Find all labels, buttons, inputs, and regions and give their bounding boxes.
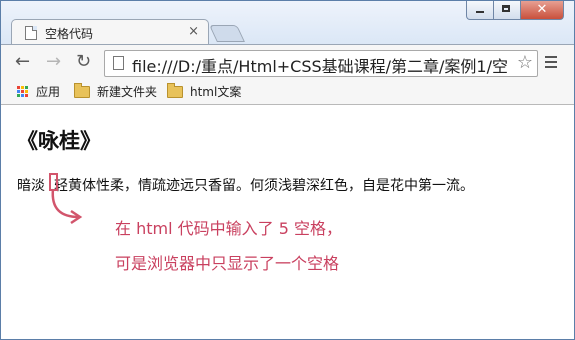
annotation-line-2: 可是浏览器中只显示了一个空格	[115, 254, 340, 273]
maximize-button[interactable]	[494, 1, 521, 20]
toolbar: ← → ↻ file:///D:/重点/Html+CSS基础课程/第二章/案例1…	[1, 44, 574, 81]
menu-icon[interactable]	[545, 56, 557, 71]
window-controls: ✕	[466, 1, 564, 20]
forward-icon[interactable]: →	[46, 53, 61, 71]
tab-active[interactable]: 空格代码 ×	[11, 19, 209, 45]
page-icon	[25, 26, 37, 40]
page-icon	[113, 56, 124, 70]
close-window-button[interactable]: ✕	[521, 1, 564, 20]
url-text[interactable]: file:///D:/重点/Html+CSS基础课程/第二章/案例1/空	[132, 53, 512, 77]
minimize-button[interactable]	[466, 1, 494, 20]
bookmark-star-icon[interactable]: ☆	[517, 52, 533, 73]
annotation-arrow	[51, 188, 83, 225]
bookmarks-bar: 应用 新建文件夹 html文案	[1, 80, 574, 105]
minimize-icon	[476, 11, 484, 13]
poem-text-after-space: 轻黄体性柔，情疏迹远只香留。何须浅碧深红色，自是花中第一流。	[54, 178, 474, 194]
page-content: 《咏桂》 暗淡 轻黄体性柔，情疏迹远只香留。何须浅碧深红色，自是花中第一流。 在 …	[1, 105, 574, 339]
browser-window: 空格代码 × ✕ ← → ↻ file:///D:/重点/Html+CSS基础课…	[0, 0, 575, 340]
close-icon: ✕	[536, 2, 548, 17]
annotation-line-1: 在 html 代码中输入了 5 空格，	[115, 219, 342, 238]
tab-title: 空格代码	[45, 27, 94, 41]
close-tab-icon[interactable]: ×	[188, 24, 199, 39]
new-tab-button[interactable]	[209, 25, 245, 42]
tab-strip: 空格代码 × ✕	[1, 1, 574, 45]
reload-icon[interactable]: ↻	[76, 53, 91, 71]
folder-icon	[74, 82, 90, 98]
bookmark-folder-html[interactable]: html文案	[167, 82, 242, 100]
bookmark-label: 应用	[36, 85, 61, 99]
bookmark-folder-new[interactable]: 新建文件夹	[74, 82, 158, 100]
apps-icon	[17, 85, 29, 98]
address-bar[interactable]: file:///D:/重点/Html+CSS基础课程/第二章/案例1/空 ☆	[104, 50, 538, 77]
page-heading: 《咏桂》	[17, 128, 101, 153]
bookmark-label: 新建文件夹	[97, 85, 158, 99]
maximize-icon	[502, 5, 510, 12]
back-icon[interactable]: ←	[15, 53, 30, 71]
folder-icon	[167, 82, 183, 98]
bookmark-label: html文案	[190, 85, 242, 99]
bookmark-apps[interactable]: 应用	[17, 83, 60, 100]
